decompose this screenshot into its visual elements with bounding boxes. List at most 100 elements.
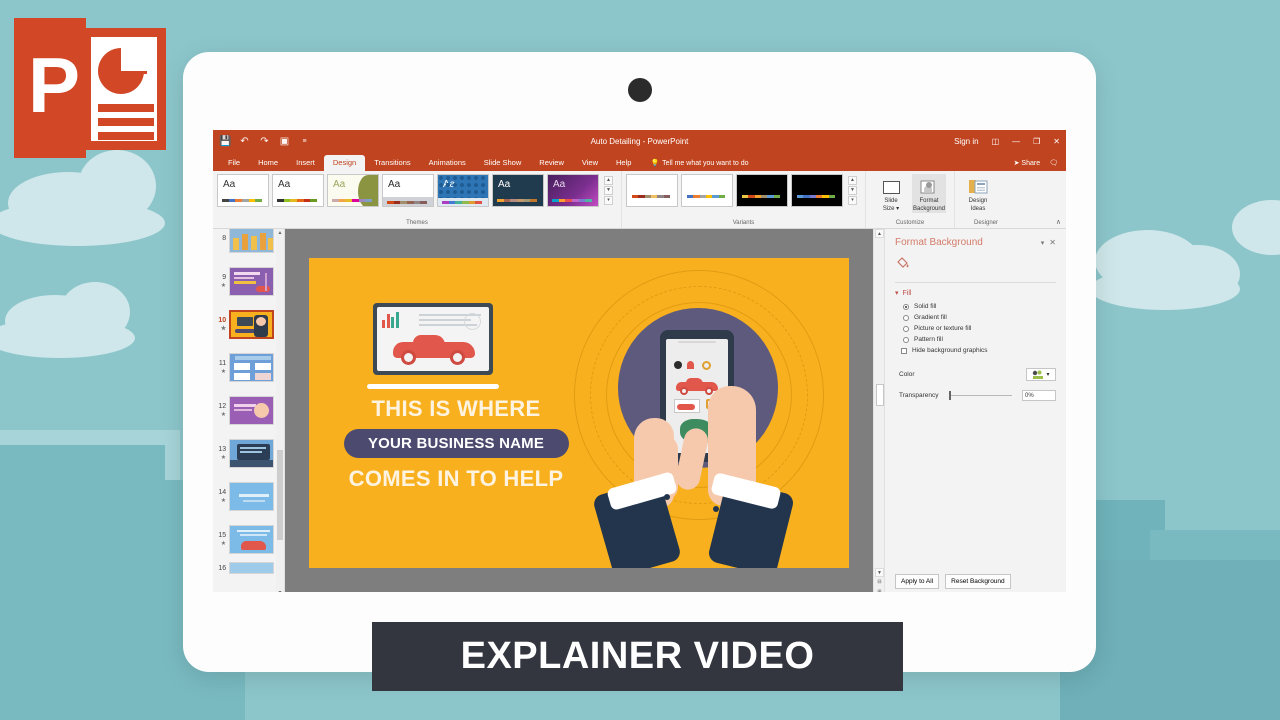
theme-thumbnail[interactable]: Aa	[272, 174, 324, 207]
chevron-down-icon[interactable]: ▾	[1046, 371, 1049, 378]
slide-thumbnail[interactable]	[229, 396, 274, 425]
gallery-more-icon[interactable]: ▾	[848, 196, 857, 205]
apply-to-all-button[interactable]: Apply to All	[895, 574, 940, 589]
slide-thumbnail[interactable]	[229, 482, 274, 511]
checkbox-icon[interactable]	[901, 347, 907, 354]
theme-thumbnail[interactable]: Aa	[492, 174, 544, 207]
slide-text-block[interactable]: THIS IS WHERE YOUR BUSINESS NAME COMES I…	[331, 396, 581, 492]
gallery-scroll-up-icon[interactable]: ▲	[848, 176, 857, 185]
tell-me-search[interactable]: 💡 Tell me what you want to do	[650, 159, 748, 171]
tab-file[interactable]: File	[219, 155, 249, 171]
theme-thumbnail[interactable]: Aa	[217, 174, 269, 207]
variant-thumbnail[interactable]	[681, 174, 733, 207]
comments-icon[interactable]: 🗨	[1049, 159, 1058, 167]
list-item[interactable]: 14 ★	[213, 475, 276, 518]
theme-thumbnail[interactable]: Aa	[382, 174, 434, 207]
pattern-fill-option[interactable]: Pattern fill	[903, 336, 1056, 343]
reset-background-button[interactable]: Reset Background	[945, 574, 1011, 589]
themes-gallery[interactable]: Aa Aa Aa Aa Aa Aa ▲ ▼ ▾	[217, 174, 613, 207]
design-ideas-button[interactable]: Design Ideas	[961, 174, 995, 213]
list-item[interactable]: 15 ★	[213, 518, 276, 561]
slide-thumbnail[interactable]	[229, 229, 274, 253]
picture-or-texture-fill-option[interactable]: Picture or texture fill	[903, 325, 1056, 332]
gallery-scroll-down-icon[interactable]: ▼	[848, 186, 857, 195]
undo-icon[interactable]: ↶	[239, 136, 250, 147]
share-button[interactable]: ➤ Share	[1014, 159, 1041, 167]
gallery-scroll-up-icon[interactable]: ▲	[604, 176, 613, 185]
slide-scrollbar[interactable]: ▲ ▼ ⊟ ⊞	[873, 229, 884, 592]
solid-fill-option[interactable]: Solid fill	[903, 303, 1056, 310]
tab-help[interactable]: Help	[607, 155, 640, 171]
scroll-up-icon[interactable]: ▲	[875, 229, 884, 238]
scroll-up-icon[interactable]: ▲	[276, 229, 284, 237]
themes-gallery-nav[interactable]: ▲ ▼ ▾	[604, 176, 613, 205]
variants-gallery-nav[interactable]: ▲ ▼ ▾	[848, 176, 857, 205]
tab-slide-show[interactable]: Slide Show	[475, 155, 531, 171]
radio-icon[interactable]	[903, 325, 909, 332]
hide-background-graphics-option[interactable]: Hide background graphics	[901, 347, 1056, 354]
list-item[interactable]: 9 ★	[213, 260, 276, 303]
tab-design[interactable]: Design	[323, 155, 366, 171]
minimize-button[interactable]: —	[1012, 137, 1020, 146]
list-item[interactable]: 12 ★	[213, 389, 276, 432]
slide-thumbnail[interactable]	[229, 267, 274, 296]
window-controls[interactable]: Sign in ◫ — ❐ ✕	[954, 137, 1060, 146]
ribbon-display-options-icon[interactable]: ◫	[992, 137, 1000, 146]
restore-button[interactable]: ❐	[1033, 137, 1040, 146]
scroll-down-icon[interactable]: ▼	[875, 568, 884, 577]
list-item[interactable]: 13 ★	[213, 432, 276, 475]
tab-view[interactable]: View	[573, 155, 607, 171]
scroll-down-icon[interactable]: ▼	[276, 589, 284, 592]
transparency-slider[interactable]	[948, 391, 1012, 400]
theme-thumbnail[interactable]: Aa	[437, 174, 489, 207]
next-slide-icon[interactable]: ⊞	[875, 588, 884, 592]
collapse-ribbon-icon[interactable]: ∧	[1056, 218, 1061, 226]
customize-quick-access-icon[interactable]: ≡	[299, 138, 310, 145]
tab-transitions[interactable]: Transitions	[365, 155, 419, 171]
theme-thumbnail[interactable]: Aa	[327, 174, 379, 207]
format-background-button[interactable]: Format Background	[912, 174, 946, 213]
gallery-scroll-down-icon[interactable]: ▼	[604, 186, 613, 195]
previous-slide-icon[interactable]: ⊟	[875, 578, 884, 587]
chevron-down-icon[interactable]: ▾	[1041, 239, 1045, 247]
quick-access-toolbar[interactable]: 💾 ↶ ↷ ▣ ≡	[219, 136, 310, 147]
radio-icon[interactable]	[903, 303, 909, 310]
slider-knob[interactable]	[948, 391, 951, 400]
list-item[interactable]: 10 ★	[213, 303, 276, 346]
gradient-fill-option[interactable]: Gradient fill	[903, 314, 1056, 321]
start-slideshow-icon[interactable]: ▣	[279, 136, 290, 147]
close-button[interactable]: ✕	[1053, 137, 1060, 146]
tab-insert[interactable]: Insert	[287, 155, 324, 171]
slide-thumbnail[interactable]	[229, 439, 274, 468]
scrollbar-thumb[interactable]	[277, 449, 283, 540]
transparency-value[interactable]: 0%	[1022, 390, 1056, 401]
slide-thumbnail[interactable]	[229, 525, 274, 554]
slide-thumbnail-selected[interactable]	[229, 310, 274, 339]
tab-home[interactable]: Home	[249, 155, 287, 171]
sign-in-button[interactable]: Sign in	[954, 137, 978, 146]
paint-bucket-icon[interactable]	[895, 255, 1056, 273]
variant-thumbnail[interactable]	[736, 174, 788, 207]
variant-thumbnail[interactable]	[626, 174, 678, 207]
current-slide[interactable]: THIS IS WHERE YOUR BUSINESS NAME COMES I…	[309, 258, 849, 568]
gallery-more-icon[interactable]: ▾	[604, 196, 613, 205]
slide-size-button[interactable]: Slide Size ▾	[874, 174, 908, 213]
slide-thumbnails-pane[interactable]: 8 9 ★ 10 ★ 11 ★ 12 ★ 13 ★ 14 ★ 15 ★ 16 ▲	[213, 229, 285, 592]
theme-thumbnail[interactable]: Aa	[547, 174, 599, 207]
tab-review[interactable]: Review	[530, 155, 573, 171]
color-picker-button[interactable]: ▾	[1026, 368, 1056, 381]
radio-icon[interactable]	[903, 336, 909, 343]
redo-icon[interactable]: ↷	[259, 136, 270, 147]
list-item[interactable]: 16	[213, 561, 276, 575]
slide-thumbnail[interactable]	[229, 353, 274, 382]
variant-thumbnail[interactable]	[791, 174, 843, 207]
thumbnails-scrollbar[interactable]: ▲ ▼	[276, 229, 284, 592]
slide-thumbnail[interactable]	[229, 562, 274, 574]
radio-icon[interactable]	[903, 314, 909, 321]
scrollbar-thumb[interactable]	[876, 383, 884, 406]
close-icon[interactable]: ✕	[1049, 238, 1056, 247]
list-item[interactable]: 11 ★	[213, 346, 276, 389]
variants-gallery[interactable]: ▲ ▼ ▾	[626, 174, 857, 207]
list-item[interactable]: 8	[213, 229, 276, 260]
save-icon[interactable]: 💾	[219, 136, 231, 147]
